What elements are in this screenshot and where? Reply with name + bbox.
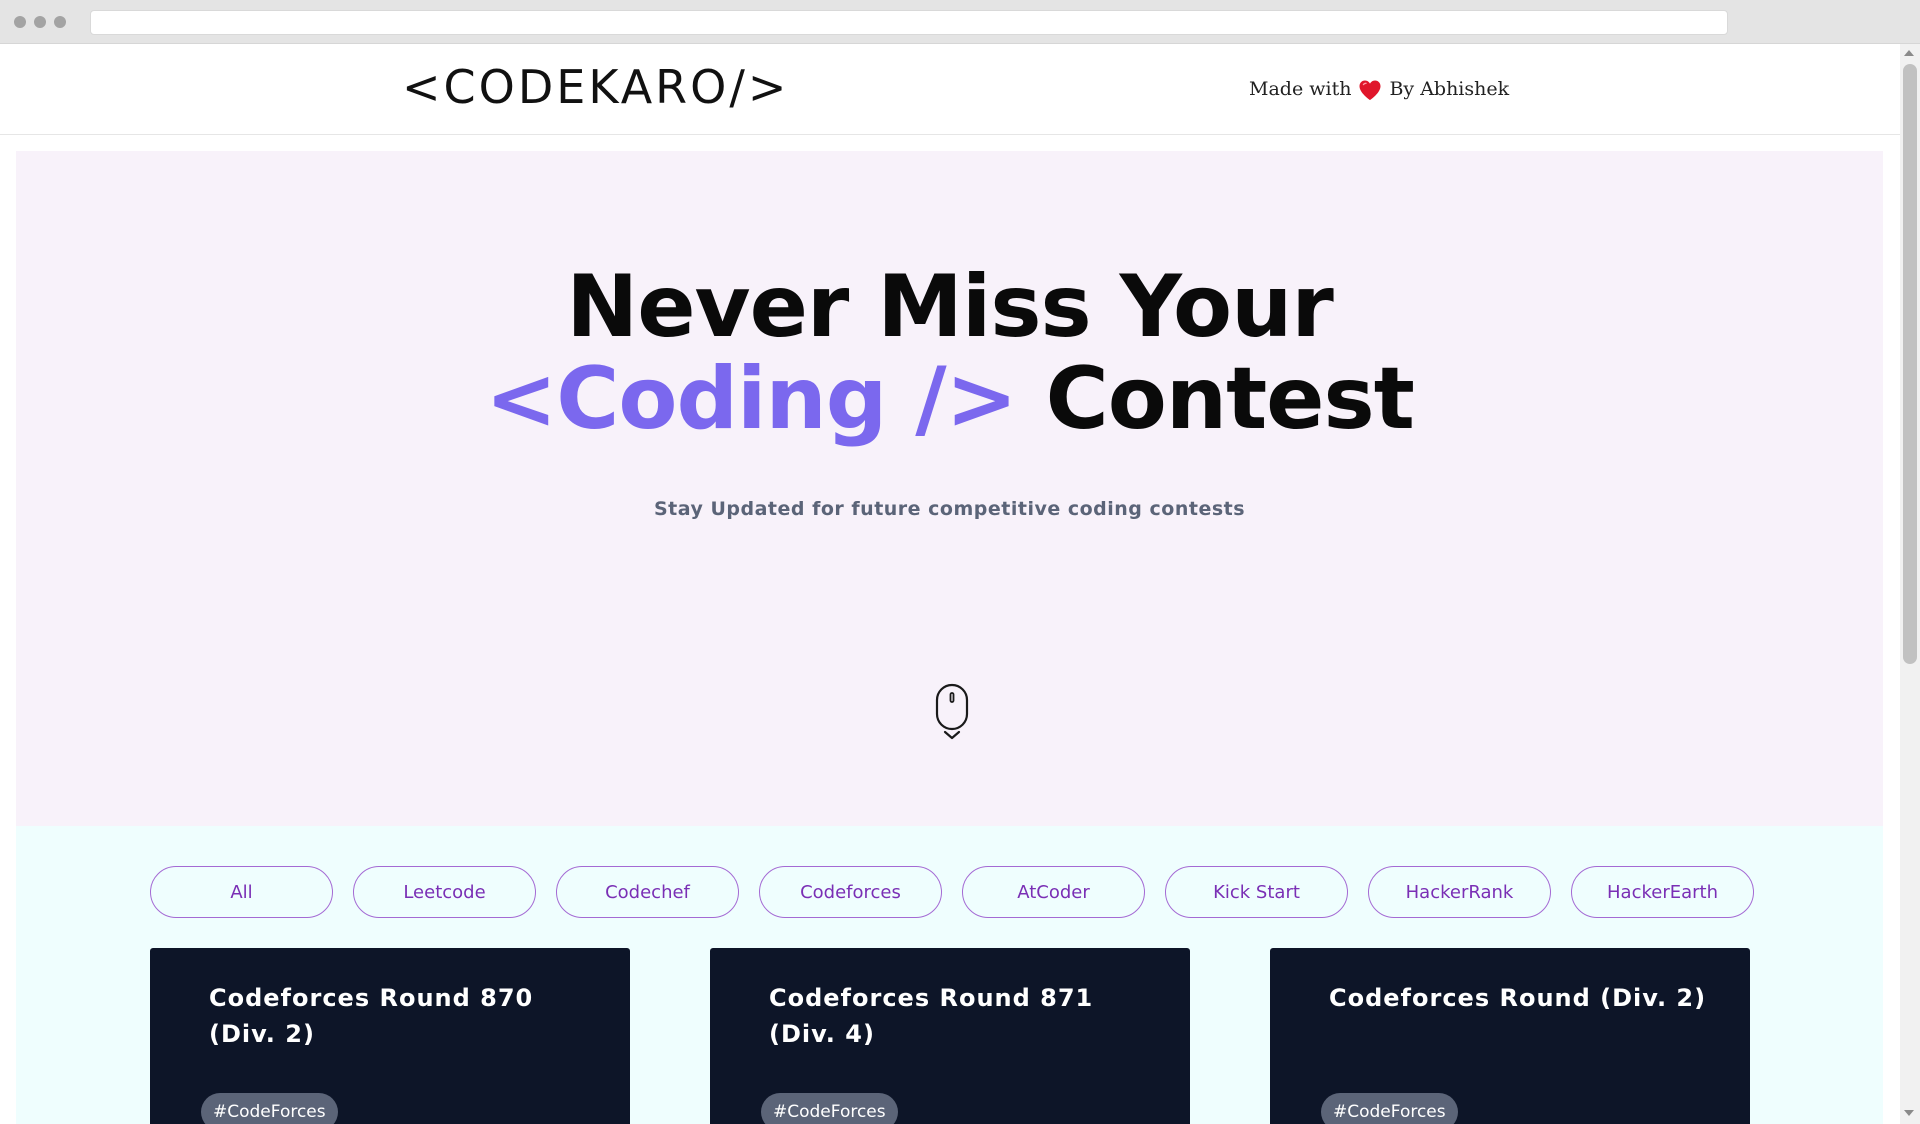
author-credit: Made with By Abhishek — [1249, 78, 1509, 100]
site-header: <CODEKARO/> Made with By Abhishek — [0, 44, 1900, 135]
scrollbar-thumb[interactable] — [1903, 64, 1917, 664]
contest-card-title: Codeforces Round 871 (Div. 4) — [769, 984, 1094, 1048]
window-minimize-dot[interactable] — [34, 16, 46, 28]
hero-title: Never Miss Your <Coding /> Contest — [16, 261, 1883, 445]
credit-author: By Abhishek — [1389, 78, 1510, 100]
scroll-up-arrow-icon[interactable] — [1904, 50, 1914, 56]
scroll-down-arrow-icon[interactable] — [1904, 1110, 1914, 1116]
filter-hackerearth-button[interactable]: HackerEarth — [1571, 866, 1754, 918]
filter-codechef-button[interactable]: Codechef — [556, 866, 739, 918]
site-logo[interactable]: <CODEKARO/> — [402, 60, 789, 114]
filter-leetcode-button[interactable]: Leetcode — [353, 866, 536, 918]
contest-card[interactable]: Codeforces Round 871 (Div. 4) #CodeForce… — [710, 948, 1190, 1124]
hero-section: Never Miss Your <Coding /> Contest Stay … — [16, 151, 1883, 826]
hero-title-line1: Never Miss Your — [566, 257, 1334, 357]
contest-card[interactable]: Codeforces Round (Div. 2) #CodeForces — [1270, 948, 1750, 1124]
platform-filters: All Leetcode Codechef Codeforces AtCoder… — [150, 866, 1754, 918]
heart-icon — [1358, 79, 1382, 100]
contest-card-title: Codeforces Round 870 (Div. 2) — [209, 984, 534, 1048]
filter-hackerrank-button[interactable]: HackerRank — [1368, 866, 1551, 918]
credit-prefix: Made with — [1249, 78, 1352, 100]
hero-subtitle: Stay Updated for future competitive codi… — [653, 498, 1246, 520]
contest-card-tag: #CodeForces — [201, 1093, 338, 1124]
mouse-scroll-icon[interactable] — [934, 683, 970, 741]
contest-card[interactable]: Codeforces Round 870 (Div. 2) #CodeForce… — [150, 948, 630, 1124]
filter-all-button[interactable]: All — [150, 866, 333, 918]
window-close-dot[interactable] — [14, 16, 26, 28]
contests-section: All Leetcode Codechef Codeforces AtCoder… — [16, 826, 1883, 1124]
browser-chrome — [0, 0, 1920, 44]
filter-codeforces-button[interactable]: Codeforces — [759, 866, 942, 918]
contest-cards: Codeforces Round 870 (Div. 2) #CodeForce… — [150, 948, 1750, 1124]
filter-atcoder-button[interactable]: AtCoder — [962, 866, 1145, 918]
contest-card-tag: #CodeForces — [1321, 1093, 1458, 1124]
contest-card-title: Codeforces Round (Div. 2) — [1329, 984, 1707, 1012]
filter-kickstart-button[interactable]: Kick Start — [1165, 866, 1348, 918]
window-maximize-dot[interactable] — [54, 16, 66, 28]
contest-card-tag: #CodeForces — [761, 1093, 898, 1124]
hero-title-accent: <Coding /> — [485, 349, 1017, 449]
address-bar[interactable] — [90, 10, 1728, 35]
hero-title-rest: Contest — [1045, 349, 1415, 449]
